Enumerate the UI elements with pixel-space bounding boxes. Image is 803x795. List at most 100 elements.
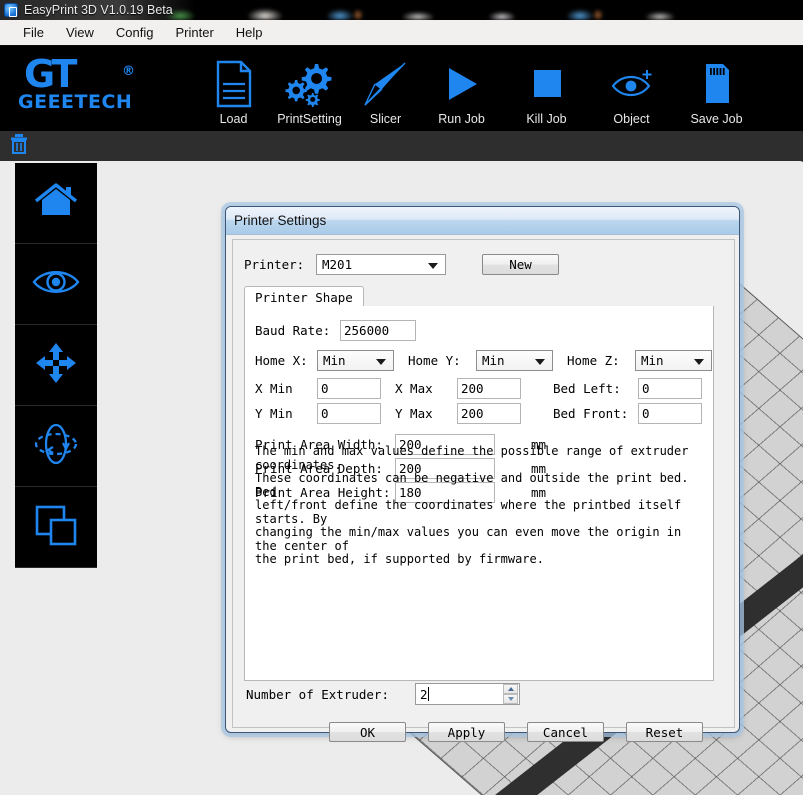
document-icon	[214, 56, 254, 111]
home-z-select[interactable]: Min	[635, 350, 712, 371]
y-max-input[interactable]	[457, 403, 521, 424]
scale-copy-icon	[33, 503, 79, 552]
move-arrows-icon	[34, 341, 78, 390]
y-max-label: Y Max	[395, 406, 433, 421]
bed-left-label: Bed Left:	[553, 381, 621, 396]
toolbar-button-object[interactable]: Object	[589, 46, 674, 126]
toolbar-button-printsetting[interactable]: PrintSetting	[267, 46, 352, 126]
home-x-label: Home X:	[255, 353, 308, 368]
tab-strip: Printer Shape	[244, 286, 714, 307]
reset-button[interactable]: Reset	[626, 722, 703, 742]
toolbar-button-savejob[interactable]: Save Job	[674, 46, 759, 126]
home-z-label: Home Z:	[567, 353, 620, 368]
knife-icon	[362, 56, 410, 111]
chevron-down-icon	[428, 263, 438, 269]
y-min-input[interactable]	[317, 403, 381, 424]
toolbar-label-runjob: Run Job	[438, 112, 485, 126]
extruder-count-stepper[interactable]: 2	[415, 683, 520, 705]
cancel-button-label: Cancel	[542, 724, 589, 740]
sidebar-item-home[interactable]	[15, 163, 97, 244]
menu-bar: File View Config Printer Help	[0, 20, 803, 46]
new-printer-button[interactable]: New	[482, 254, 559, 275]
logo-mark: GT ®	[18, 54, 146, 94]
printer-settings-dialog: Printer Settings Printer: M201 New Print…	[225, 206, 740, 742]
window-title: EasyPrint 3D V1.0.19 Beta	[24, 3, 173, 17]
title-bar-label-group: EasyPrint 3D V1.0.19 Beta	[0, 0, 195, 20]
bed-left-input[interactable]	[638, 378, 702, 399]
x-min-label: X Min	[255, 381, 293, 396]
trash-icon[interactable]	[8, 132, 30, 161]
apply-button[interactable]: Apply	[428, 722, 505, 742]
home-x-value: Min	[323, 353, 346, 368]
tab-printer-shape-label: Printer Shape	[255, 289, 353, 305]
sidebar-item-view[interactable]	[15, 244, 97, 325]
app-icon	[4, 3, 18, 17]
toolbar-button-killjob[interactable]: Kill Job	[504, 46, 589, 126]
home-y-value: Min	[482, 353, 505, 368]
menu-item-help[interactable]: Help	[225, 22, 274, 43]
sidebar-item-rotate[interactable]	[15, 406, 97, 487]
tab-printer-shape[interactable]: Printer Shape	[244, 286, 364, 307]
new-printer-label: New	[509, 257, 532, 272]
scene-edge-line	[487, 161, 803, 162]
printer-select-value: M201	[322, 257, 353, 272]
background-blur-strip	[150, 0, 803, 20]
home-x-select[interactable]: Min	[317, 350, 394, 371]
toolbar-label-object: Object	[613, 112, 650, 126]
y-min-label: Y Min	[255, 406, 293, 421]
bed-front-input[interactable]	[638, 403, 702, 424]
x-max-input[interactable]	[457, 378, 521, 399]
stepper-down-button[interactable]	[503, 694, 518, 704]
toolbar-label-load: Load	[219, 112, 248, 126]
caret-down-icon	[507, 697, 514, 701]
menu-item-view[interactable]: View	[55, 22, 105, 43]
stop-square-icon	[527, 56, 567, 111]
toolbar-button-load[interactable]: Load	[200, 46, 267, 126]
text-caret	[427, 687, 429, 701]
printer-select[interactable]: M201	[316, 254, 446, 275]
toolbar-label-killjob: Kill Job	[526, 112, 567, 126]
chevron-down-icon	[376, 359, 386, 365]
window-title-bar: EasyPrint 3D V1.0.19 Beta	[0, 0, 803, 20]
geeetech-logo: GT ® GEEETECH	[18, 54, 146, 124]
toolbar-button-slicer[interactable]: Slicer	[352, 46, 419, 126]
ok-button[interactable]: OK	[329, 722, 406, 742]
registered-icon: ®	[122, 64, 135, 79]
toolbar-button-runjob[interactable]: Run Job	[419, 46, 504, 126]
menu-item-printer[interactable]: Printer	[164, 22, 224, 43]
x-max-label: X Max	[395, 381, 433, 396]
home-icon	[33, 180, 79, 227]
toolbar-label-savejob: Save Job	[690, 112, 743, 126]
cancel-button[interactable]: Cancel	[527, 722, 604, 742]
chevron-down-icon	[694, 359, 704, 365]
dialog-title-bar: Printer Settings	[226, 207, 739, 235]
x-min-input[interactable]	[317, 378, 381, 399]
toolbar-items: Load PrintSetting Slicer Run Job Kill Jo…	[200, 46, 759, 126]
reset-button-label: Reset	[645, 724, 684, 740]
stepper-up-button[interactable]	[503, 684, 518, 694]
rotate-icon	[31, 421, 81, 472]
logo-mark-t: T	[51, 52, 78, 96]
ok-button-label: OK	[359, 724, 376, 740]
gears-icon	[284, 56, 335, 111]
toolbar-label-printsetting: PrintSetting	[277, 112, 342, 126]
secondary-toolbar	[0, 131, 803, 161]
home-z-value: Min	[641, 353, 664, 368]
sidebar-item-scale[interactable]	[15, 487, 97, 568]
caret-up-icon	[507, 687, 514, 691]
home-y-select[interactable]: Min	[476, 350, 553, 371]
menu-item-config[interactable]: Config	[105, 22, 165, 43]
printer-shape-panel: Baud Rate: Home X: Min Home Y: Min Home …	[244, 306, 714, 681]
baud-rate-input[interactable]	[340, 320, 416, 341]
coordinate-description-text: The min and max values define the possib…	[255, 444, 689, 566]
baud-rate-label: Baud Rate:	[255, 323, 331, 338]
printer-label: Printer:	[244, 257, 305, 272]
chevron-down-icon	[535, 359, 545, 365]
sidebar-item-move[interactable]	[15, 325, 97, 406]
dialog-body: Printer: M201 New Printer Shape Baud Rat…	[232, 239, 735, 742]
menu-item-file[interactable]: File	[12, 22, 55, 43]
bed-front-label: Bed Front:	[553, 406, 629, 421]
extruder-count-value: 2	[420, 686, 428, 702]
stepper-buttons[interactable]	[503, 684, 518, 704]
eye-icon	[31, 265, 81, 304]
